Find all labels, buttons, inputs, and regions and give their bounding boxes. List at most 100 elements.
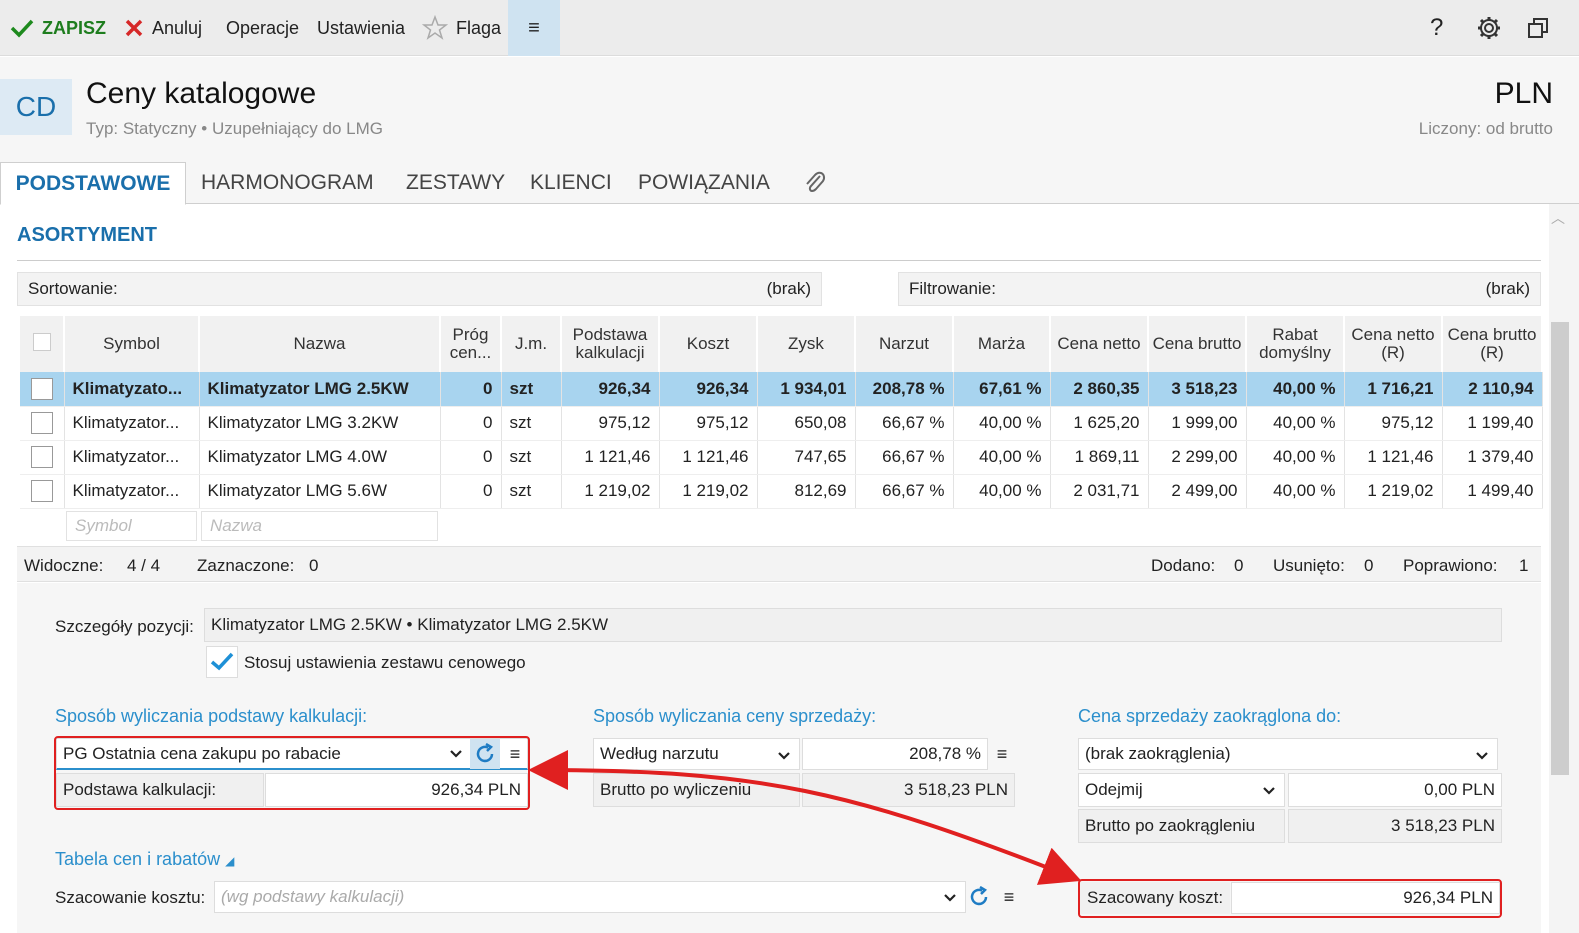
column-header[interactable]: Zysk	[757, 316, 856, 372]
table-row[interactable]: Klimatyzator... Klimatyzator LMG 5.6W 0 szt…	[20, 474, 1543, 509]
table-cell[interactable]: 812,69	[757, 474, 856, 509]
flag-button[interactable]: Flaga	[422, 0, 501, 56]
table-cell[interactable]: 1 934,01	[757, 372, 856, 407]
operations-menu[interactable]: Operacje	[226, 0, 299, 56]
use-set-checkbox[interactable]	[206, 646, 238, 678]
table-cell[interactable]: 926,34	[659, 372, 758, 407]
table-cell[interactable]: 1 499,40	[1442, 474, 1543, 509]
table-cell[interactable]: 1 121,46	[561, 440, 660, 475]
tab-harmonogram[interactable]: HARMONOGRAM	[201, 162, 374, 204]
rounding-select[interactable]: (brak zaokrąglenia)	[1078, 738, 1498, 770]
tab-klienci[interactable]: KLIENCI	[530, 162, 612, 204]
row-checkbox[interactable]	[20, 406, 65, 441]
table-cell[interactable]: 975,12	[659, 406, 758, 441]
table-cell[interactable]: 40,00 %	[1246, 474, 1345, 509]
name-filter-input[interactable]: Nazwa	[201, 510, 438, 541]
table-cell[interactable]: 2 499,00	[1148, 474, 1247, 509]
table-cell[interactable]: 0	[440, 372, 502, 407]
table-row[interactable]: Klimatyzator... Klimatyzator LMG 4.0W 0 szt…	[20, 440, 1543, 475]
filtering-bar[interactable]: Filtrowanie: (brak)	[898, 272, 1541, 306]
table-cell[interactable]: 1 999,00	[1148, 406, 1247, 441]
table-cell[interactable]: 0	[440, 406, 502, 441]
table-cell[interactable]: 1 121,46	[1344, 440, 1443, 475]
table-cell[interactable]: 975,12	[1344, 406, 1443, 441]
table-cell[interactable]: 1 199,40	[1442, 406, 1543, 441]
table-cell[interactable]: 40,00 %	[1246, 406, 1345, 441]
table-row[interactable]: Klimatyzato... Klimatyzator LMG 2.5KW 0 szt…	[20, 372, 1543, 407]
table-cell[interactable]: 2 860,35	[1050, 372, 1149, 407]
table-row[interactable]: Klimatyzator... Klimatyzator LMG 3.2KW 0 sz…	[20, 406, 1543, 441]
table-cell[interactable]: 40,00 %	[1246, 440, 1345, 475]
sale-method-select[interactable]: Według narzutu	[593, 738, 800, 770]
scroll-up-icon[interactable]: ︿	[1551, 208, 1565, 228]
row-checkbox[interactable]	[20, 372, 65, 407]
table-cell[interactable]: 747,65	[757, 440, 856, 475]
tab-powiazania[interactable]: POWIĄZANIA	[638, 162, 770, 204]
table-cell[interactable]: 0	[440, 474, 502, 509]
symbol-filter-input[interactable]: Symbol	[66, 510, 197, 541]
table-cell[interactable]: 66,67 %	[855, 406, 954, 441]
gear-icon[interactable]	[1476, 0, 1502, 56]
tab-zestawy[interactable]: ZESTAWY	[406, 162, 505, 204]
column-header[interactable]: Podstawa kalkulacji	[561, 316, 660, 372]
cost-estimate-select[interactable]: (wg podstawy kalkulacji)	[214, 881, 966, 913]
table-cell[interactable]: 2 031,71	[1050, 474, 1149, 509]
tab-podstawowe[interactable]: PODSTAWOWE	[0, 162, 186, 205]
table-cell[interactable]: 0	[440, 440, 502, 475]
table-cell[interactable]: 1 716,21	[1344, 372, 1443, 407]
help-button[interactable]: ?	[1430, 0, 1443, 56]
table-cell[interactable]: 926,34	[561, 372, 660, 407]
column-header[interactable]: Koszt	[659, 316, 758, 372]
subtract-value[interactable]: 0,00 PLN	[1288, 773, 1502, 807]
table-cell[interactable]: 1 219,02	[1344, 474, 1443, 509]
column-header[interactable]: Marża	[953, 316, 1051, 372]
table-cell[interactable]: 66,67 %	[855, 474, 954, 509]
table-cell[interactable]: 650,08	[757, 406, 856, 441]
column-header[interactable]: Cena brutto (R)	[1442, 316, 1543, 372]
table-cell[interactable]: 40,00 %	[953, 406, 1051, 441]
table-cell[interactable]: Klimatyzator LMG 2.5KW	[199, 372, 441, 407]
column-header[interactable]: Symbol	[64, 316, 200, 372]
cancel-button[interactable]: Anuluj	[124, 0, 202, 56]
table-cell[interactable]: 1 625,20	[1050, 406, 1149, 441]
table-cell[interactable]: 1 379,40	[1442, 440, 1543, 475]
scrollbar-thumb[interactable]	[1551, 322, 1569, 775]
table-cell[interactable]: 2 299,00	[1148, 440, 1247, 475]
table-cell[interactable]: Klimatyzator LMG 4.0W	[199, 440, 441, 475]
table-cell[interactable]: 1 869,11	[1050, 440, 1149, 475]
table-cell[interactable]: 1 219,02	[659, 474, 758, 509]
table-cell[interactable]: szt	[501, 372, 562, 407]
save-button[interactable]: ZAPISZ	[10, 0, 106, 56]
table-cell[interactable]: 66,67 %	[855, 440, 954, 475]
sorting-bar[interactable]: Sortowanie: (brak)	[17, 272, 822, 306]
column-header[interactable]: Narzut	[855, 316, 954, 372]
menu-icon[interactable]: ≡	[990, 742, 1014, 766]
table-cell[interactable]: Klimatyzator...	[64, 440, 200, 475]
refresh-icon[interactable]	[967, 885, 991, 909]
table-cell[interactable]: 2 110,94	[1442, 372, 1543, 407]
column-header[interactable]: Rabat domyślny	[1246, 316, 1345, 372]
settings-menu[interactable]: Ustawienia	[317, 0, 405, 56]
column-header[interactable]: Cena brutto	[1148, 316, 1247, 372]
table-cell[interactable]: 1 121,46	[659, 440, 758, 475]
table-cell[interactable]: 975,12	[561, 406, 660, 441]
prices-table-link[interactable]: Tabela cen i rabatów ◢	[55, 849, 234, 870]
table-cell[interactable]: 40,00 %	[953, 474, 1051, 509]
subtract-select[interactable]: Odejmij	[1078, 773, 1285, 807]
column-header[interactable]: Cena netto	[1050, 316, 1149, 372]
table-cell[interactable]: Klimatyzator...	[64, 474, 200, 509]
row-checkbox[interactable]	[20, 440, 65, 475]
table-cell[interactable]: szt	[501, 406, 562, 441]
table-cell[interactable]: 208,78 %	[855, 372, 954, 407]
table-cell[interactable]: 40,00 %	[1246, 372, 1345, 407]
table-cell[interactable]: Klimatyzator LMG 5.6W	[199, 474, 441, 509]
table-cell[interactable]: 3 518,23	[1148, 372, 1247, 407]
table-cell[interactable]: 67,61 %	[953, 372, 1051, 407]
column-header[interactable]: J.m.	[501, 316, 562, 372]
table-cell[interactable]: Klimatyzator...	[64, 406, 200, 441]
table-cell[interactable]: 1 219,02	[561, 474, 660, 509]
select-all-checkbox[interactable]	[20, 316, 65, 372]
table-cell[interactable]: szt	[501, 474, 562, 509]
table-cell[interactable]: Klimatyzato...	[64, 372, 200, 407]
table-cell[interactable]: Klimatyzator LMG 3.2KW	[199, 406, 441, 441]
